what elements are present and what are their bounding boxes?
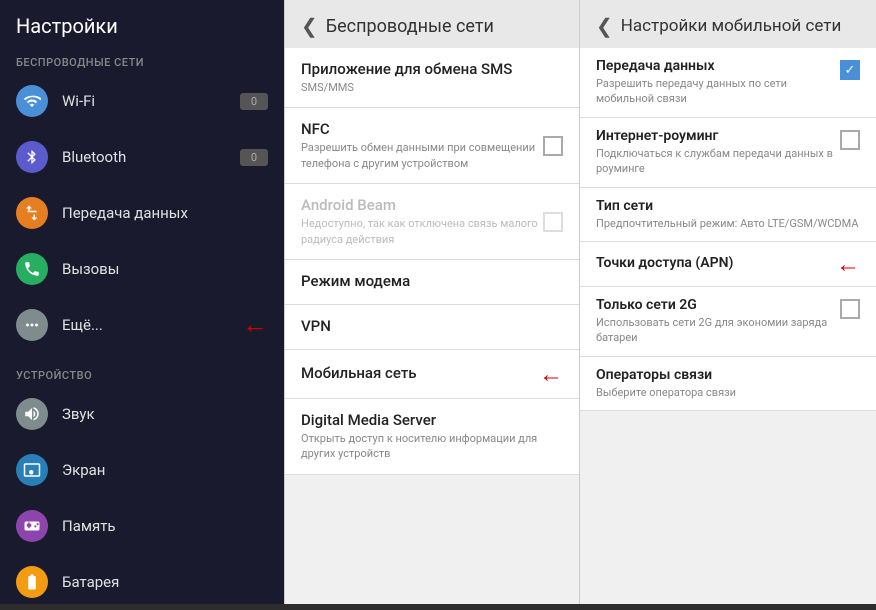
mob-item-data-transfer[interactable]: Передача данных Разрешить передачу данны… [580, 48, 876, 118]
wireless-items-list: Приложение для обмена SMS SMS/MMS NFC Ра… [285, 48, 579, 604]
memory-label: Память [62, 517, 268, 535]
list-item-tethering[interactable]: Режим модема [285, 260, 579, 305]
mobile-network-arrow-annotation: ← [539, 362, 563, 386]
sidebar-item-more[interactable]: Ещё... ← [0, 297, 284, 353]
battery-label: Батарея [62, 573, 268, 591]
panel1-title: Настройки [0, 0, 284, 48]
bluetooth-label: Bluetooth [62, 148, 240, 166]
sidebar-item-sound[interactable]: Звук [0, 386, 284, 442]
bluetooth-toggle[interactable]: 0 [240, 149, 268, 166]
mob-item-operators[interactable]: Операторы связи Выберите оператора связи [580, 357, 876, 411]
panel2-back-arrow[interactable]: ❮ [301, 14, 318, 38]
tethering-title: Режим модема [301, 272, 563, 290]
screen-label: Экран [62, 461, 268, 479]
mob-item-network-type[interactable]: Тип сети Предпочтительный режим: Авто LT… [580, 188, 876, 242]
media-server-title: Digital Media Server [301, 411, 563, 429]
android-beam-sub: Недоступно, так как отключена связь мало… [301, 216, 543, 247]
panel-mobile-network-settings: ❮ Настройки мобильной сети Передача данн… [580, 0, 876, 604]
mob-item-2g[interactable]: Только сети 2G Использовать сети 2G для … [580, 287, 876, 357]
calls-icon [16, 253, 48, 285]
data-label: Передача данных [62, 204, 268, 222]
mob-item-apn[interactable]: Точки доступа (APN) ← [580, 242, 876, 287]
sidebar-item-battery[interactable]: Батарея [0, 554, 284, 610]
more-icon [16, 309, 48, 341]
apn-arrow-annotation: ← [836, 252, 860, 276]
list-item-nfc[interactable]: NFC Разрешить обмен данными при совмещен… [285, 108, 579, 184]
sound-icon [16, 398, 48, 430]
panel-settings: Настройки БЕСПРОВОДНЫЕ СЕТИ Wi-Fi 0 Blue… [0, 0, 284, 604]
wifi-icon [16, 85, 48, 117]
mobile-settings-list: Передача данных Разрешить передачу данны… [580, 48, 876, 604]
vpn-title: VPN [301, 317, 563, 335]
network-type-title: Тип сети [596, 198, 860, 214]
data-transfer-checkbox[interactable]: ✓ [840, 60, 860, 80]
list-item-android-beam: Android Beam Недоступно, так как отключе… [285, 184, 579, 260]
network-type-sub: Предпочтительный режим: Авто LTE/GSM/WCD… [596, 216, 860, 231]
2g-title: Только сети 2G [596, 297, 840, 313]
operators-sub: Выберите оператора связи [596, 385, 860, 400]
data-transfer-title: Передача данных [596, 58, 840, 74]
data-transfer-sub: Разрешить передачу данных по сети мобиль… [596, 76, 840, 107]
screen-icon [16, 454, 48, 486]
operators-title: Операторы связи [596, 367, 860, 383]
roaming-checkbox[interactable] [840, 130, 860, 150]
mob-item-roaming[interactable]: Интернет-роуминг Подключаться к службам … [580, 118, 876, 188]
sidebar-item-bluetooth[interactable]: Bluetooth 0 [0, 129, 284, 185]
panel3-back-arrow[interactable]: ❮ [596, 14, 613, 38]
sidebar-item-calls[interactable]: Вызовы [0, 241, 284, 297]
more-arrow-annotation: ← [242, 312, 268, 338]
panel2-title-text: Беспроводные сети [326, 16, 494, 37]
sidebar-item-data[interactable]: Передача данных [0, 185, 284, 241]
apn-title: Точки доступа (APN) [596, 255, 733, 271]
calls-label: Вызовы [62, 260, 268, 278]
list-item-sms[interactable]: Приложение для обмена SMS SMS/MMS [285, 48, 579, 108]
panel3-title-text: Настройки мобильной сети [621, 16, 842, 36]
sidebar-item-memory[interactable]: Память [0, 498, 284, 554]
nfc-checkbox[interactable] [543, 136, 563, 156]
panel2-title: ❮ Беспроводные сети [285, 0, 579, 48]
list-item-mobile-network[interactable]: Мобильная сеть ← [285, 350, 579, 399]
roaming-title: Интернет-роуминг [596, 128, 840, 144]
panel3-title: ❮ Настройки мобильной сети [580, 0, 876, 48]
nfc-sub: Разрешить обмен данными при совмещении т… [301, 140, 543, 171]
2g-sub: Использовать сети 2G для экономии заряда… [596, 315, 840, 346]
list-item-media-server[interactable]: Digital Media Server Открыть доступ к но… [285, 399, 579, 475]
media-server-sub: Открыть доступ к носителю информации для… [301, 431, 563, 462]
more-label: Ещё... [62, 316, 242, 334]
roaming-sub: Подключаться к службам передачи данных в… [596, 146, 840, 177]
sound-label: Звук [62, 405, 268, 423]
sidebar-item-wifi[interactable]: Wi-Fi 0 [0, 73, 284, 129]
2g-checkbox[interactable] [840, 299, 860, 319]
memory-icon [16, 510, 48, 542]
sms-title: Приложение для обмена SMS [301, 60, 563, 78]
nfc-title: NFC [301, 120, 543, 138]
panel-wireless-networks: ❮ Беспроводные сети Приложение для обмен… [284, 0, 580, 604]
bluetooth-icon [16, 141, 48, 173]
wifi-label: Wi-Fi [62, 92, 240, 110]
wifi-toggle[interactable]: 0 [240, 93, 268, 110]
mobile-network-title: Мобильная сеть [301, 364, 417, 382]
sidebar-item-screen[interactable]: Экран [0, 442, 284, 498]
battery-icon [16, 566, 48, 598]
list-item-vpn[interactable]: VPN [285, 305, 579, 350]
data-transfer-icon [16, 197, 48, 229]
section-wireless-header: БЕСПРОВОДНЫЕ СЕТИ [0, 48, 284, 73]
android-beam-checkbox [543, 212, 563, 232]
android-beam-title: Android Beam [301, 196, 543, 214]
section-device-header: УСТРОЙСТВО [0, 361, 284, 386]
sms-sub: SMS/MMS [301, 80, 563, 95]
